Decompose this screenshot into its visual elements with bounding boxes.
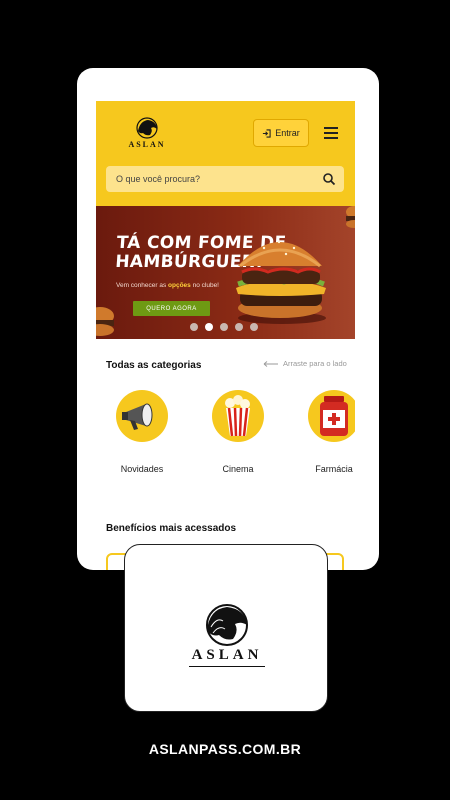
swipe-hint-label: Arraste para o lado [283,359,347,368]
website-url: ASLANPASS.COM.BR [148,741,302,757]
brand-name: ASLAN [128,140,166,149]
swipe-hint: Arraste para o lado [263,359,347,368]
brand-logo-card: ASLAN [124,544,328,712]
banner-subtitle: Vem conhecer as opções no clube! [116,282,219,289]
logo-underline [189,666,265,667]
category-label: Farmácia [315,464,353,474]
search-icon[interactable] [322,172,336,186]
lion-icon [206,604,248,646]
carousel-dot-active[interactable] [205,323,213,331]
carousel-dot[interactable] [250,323,258,331]
carousel-dots [190,323,258,331]
benefits-title: Benefícios mais acessados [106,523,237,534]
promo-banner[interactable]: TÁ COM FOME DE HAMBÚRGUER? Vem conhecer … [96,206,355,339]
search-bar[interactable]: O que você procura? [106,166,344,192]
hamburger-menu-icon[interactable] [324,127,338,139]
megaphone-icon [116,390,168,442]
carousel-dot[interactable] [235,323,243,331]
phone-mockup: ASLAN Entrar O que você procura? TÁ COM … [77,68,379,570]
aslan-logo-large: ASLAN [187,603,267,669]
login-icon [263,128,271,138]
burger-icon [96,307,114,336]
aslan-logo[interactable]: ASLAN [126,117,168,153]
category-label: Novidades [120,464,164,474]
hamburger-image [236,240,326,324]
brand-name: ASLAN [191,647,263,663]
carousel-dot[interactable] [220,323,228,331]
medicine-bottle-icon [308,390,355,442]
category-label: Cinema [222,464,254,474]
popcorn-icon [212,390,264,442]
burger-icon [346,206,355,228]
categories-title: Todas as categorias [106,360,202,371]
carousel-dot[interactable] [190,323,198,331]
login-button[interactable]: Entrar [253,119,309,147]
category-cinema[interactable]: Cinema [208,390,268,474]
arrow-left-icon [263,360,278,367]
banner-cta-button[interactable]: QUERO AGORA [133,301,210,316]
category-novidades[interactable]: Novidades [112,390,172,474]
app-header: ASLAN Entrar O que você procura? [96,101,355,206]
app-screen: ASLAN Entrar O que você procura? TÁ COM … [96,101,355,570]
category-farmacia[interactable]: Farmácia [304,390,355,474]
search-placeholder[interactable]: O que você procura? [116,174,200,184]
login-label: Entrar [275,128,300,138]
